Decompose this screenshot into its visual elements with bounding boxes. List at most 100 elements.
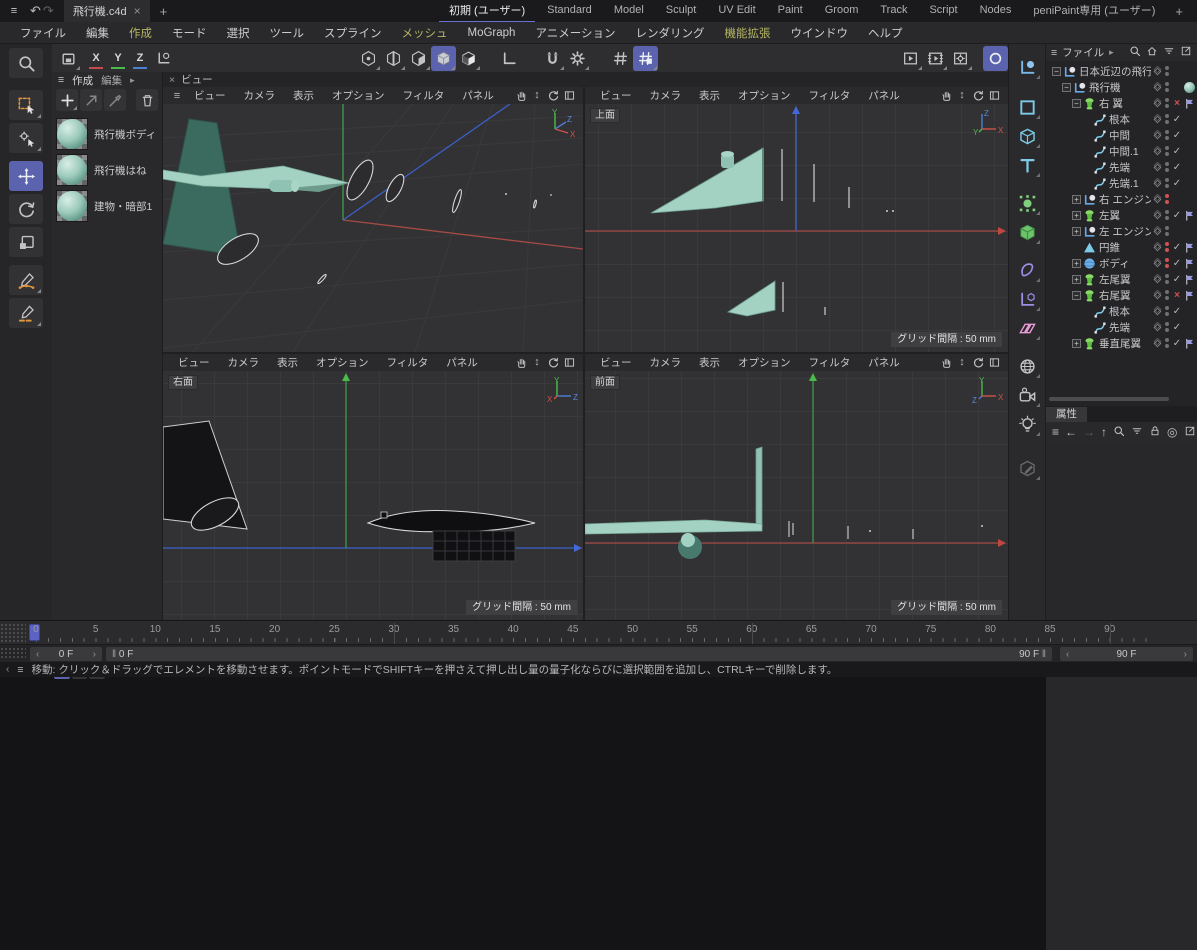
layout-tab[interactable]: Track: [870, 2, 917, 21]
timeline-ruler[interactable]: 051015202530354045505560657075808590: [0, 620, 1197, 644]
object-name[interactable]: 根本: [1109, 304, 1130, 319]
menu-作成[interactable]: 作成: [119, 25, 162, 41]
tree-row[interactable]: 中間.1✓: [1046, 143, 1197, 159]
enabled-check-icon[interactable]: ✓: [1171, 210, 1183, 221]
apply-material-button[interactable]: [80, 89, 102, 111]
pen-tool[interactable]: [9, 265, 43, 295]
tree-expander[interactable]: −: [1062, 83, 1071, 92]
tree-row[interactable]: 中間 ✓: [1046, 127, 1197, 143]
end-frame-spinner[interactable]: ‹ 90 F ›: [1060, 647, 1193, 661]
tree-row[interactable]: −右 翼×: [1046, 95, 1197, 111]
enabled-cross-icon[interactable]: ×: [1171, 98, 1183, 109]
palette-light-button[interactable]: [1013, 411, 1041, 437]
layer-flag-icon[interactable]: [1183, 210, 1195, 221]
viewport-top[interactable]: ビューカメラ表示オプションフィルタパネル↕ 上面: [585, 87, 1008, 352]
search-icon[interactable]: [1129, 45, 1141, 60]
tree-row[interactable]: +左 エンジン: [1046, 223, 1197, 239]
menu-編集[interactable]: 編集: [76, 25, 119, 41]
viewport-menu-カメラ[interactable]: カメラ: [641, 355, 691, 370]
pan-hand-icon[interactable]: [938, 89, 954, 102]
enabled-check-icon[interactable]: ✓: [1171, 146, 1183, 157]
material-thumbnail[interactable]: [56, 154, 88, 186]
object-name[interactable]: 右 翼: [1099, 96, 1123, 111]
new-layout-button[interactable]: +: [1167, 4, 1191, 19]
enabled-check-icon[interactable]: ✓: [1171, 114, 1183, 125]
close-viewport-icon[interactable]: ×: [169, 74, 175, 86]
render-view-button[interactable]: [898, 46, 923, 71]
dolly-icon[interactable]: ↕: [529, 356, 545, 369]
tree-expander[interactable]: +: [1072, 339, 1081, 348]
quantize-grid-button[interactable]: [608, 46, 633, 71]
axis-lock-x-button[interactable]: X: [85, 46, 107, 71]
palette-text-object-button[interactable]: [1013, 152, 1041, 178]
material-thumbnail[interactable]: [56, 190, 88, 222]
back-icon[interactable]: ←: [1065, 425, 1077, 439]
home-icon[interactable]: [1146, 45, 1158, 60]
texture-mode-button[interactable]: [456, 46, 481, 71]
lock-icon[interactable]: [1149, 425, 1161, 440]
viewport-menu-表示[interactable]: 表示: [268, 355, 307, 370]
enabled-check-icon[interactable]: ✓: [1171, 130, 1183, 141]
range-start-grip[interactable]: ‖: [112, 649, 119, 660]
layers-icon[interactable]: [1151, 274, 1163, 285]
axis-lock-y-button[interactable]: Y: [107, 46, 129, 71]
object-name[interactable]: 日本近辺の飛行機: [1079, 64, 1151, 79]
material-thumbnail[interactable]: [56, 118, 88, 150]
tree-row[interactable]: 先端.1✓: [1046, 175, 1197, 191]
palette-camera-button[interactable]: [1013, 382, 1041, 408]
layer-flag-icon[interactable]: [1183, 258, 1195, 269]
layers-icon[interactable]: [1151, 322, 1163, 333]
tree-row[interactable]: +垂直尾翼✓: [1046, 335, 1197, 351]
enabled-check-icon[interactable]: ✓: [1171, 258, 1183, 269]
visibility-dots[interactable]: [1163, 130, 1171, 140]
tree-row[interactable]: +ボディ✓: [1046, 255, 1197, 271]
palette-null-object-button[interactable]: [1013, 54, 1041, 80]
rotate-view-icon[interactable]: [970, 356, 986, 369]
layers-icon[interactable]: [1151, 98, 1163, 109]
pan-hand-icon[interactable]: [938, 356, 954, 369]
viewport-menu-カメラ[interactable]: カメラ: [219, 355, 269, 370]
timeline-grip[interactable]: [0, 647, 26, 660]
dolly-icon[interactable]: ↕: [954, 89, 970, 102]
layers-icon[interactable]: [1151, 114, 1163, 125]
layout-tab[interactable]: 初期 (ユーザー): [439, 0, 535, 23]
panel-menu-icon[interactable]: ≡: [1051, 47, 1057, 59]
material-menu-編集[interactable]: 編集: [101, 73, 122, 88]
viewport-menu-カメラ[interactable]: カメラ: [641, 88, 691, 103]
viewport-perspective[interactable]: ≡ビューカメラ表示オプションフィルタパネル↕: [163, 87, 583, 352]
viewport-menu-ビュー[interactable]: ビュー: [591, 88, 641, 103]
current-frame-spinner[interactable]: ‹ 0 F ›: [30, 647, 102, 661]
viewport-menu-フィルタ[interactable]: フィルタ: [800, 355, 860, 370]
object-name[interactable]: 中間: [1109, 128, 1130, 143]
target-icon[interactable]: ◎: [1167, 425, 1177, 439]
menu-MoGraph[interactable]: MoGraph: [458, 27, 526, 39]
layers-icon[interactable]: [1151, 130, 1163, 141]
palette-deformer-button[interactable]: [1013, 257, 1041, 283]
layout-tab[interactable]: Standard: [537, 2, 602, 21]
layer-flag-icon[interactable]: [1183, 290, 1195, 301]
visibility-dots[interactable]: [1163, 66, 1171, 76]
dolly-icon[interactable]: ↕: [954, 356, 970, 369]
viewport-menu-ビュー[interactable]: ビュー: [185, 88, 235, 103]
layer-flag-icon[interactable]: [1183, 242, 1195, 253]
layers-icon[interactable]: [1151, 82, 1163, 93]
move-tool[interactable]: [9, 161, 43, 191]
menu-メッシュ[interactable]: メッシュ: [392, 25, 458, 41]
layers-icon[interactable]: [1151, 162, 1163, 173]
interactive-render-button[interactable]: [983, 46, 1008, 71]
viewport-menu-ビュー[interactable]: ビュー: [591, 355, 641, 370]
quantize-grid-active-button[interactable]: [633, 46, 658, 71]
object-name[interactable]: 先端: [1109, 320, 1130, 335]
tree-expander[interactable]: −: [1072, 291, 1081, 300]
layers-icon[interactable]: [1151, 258, 1163, 269]
tree-row[interactable]: 先端✓: [1046, 319, 1197, 335]
menu-レンダリング[interactable]: レンダリング: [625, 25, 714, 41]
viewport-menu-オプション[interactable]: オプション: [323, 88, 394, 103]
spinner-right-icon[interactable]: ›: [93, 649, 96, 660]
layers-icon[interactable]: [1151, 146, 1163, 157]
points-mode-button[interactable]: [356, 46, 381, 71]
visibility-dots[interactable]: [1163, 226, 1171, 236]
visibility-dots[interactable]: [1163, 114, 1171, 124]
object-name[interactable]: 垂直尾翼: [1099, 336, 1141, 351]
workplane-button[interactable]: [497, 46, 522, 71]
